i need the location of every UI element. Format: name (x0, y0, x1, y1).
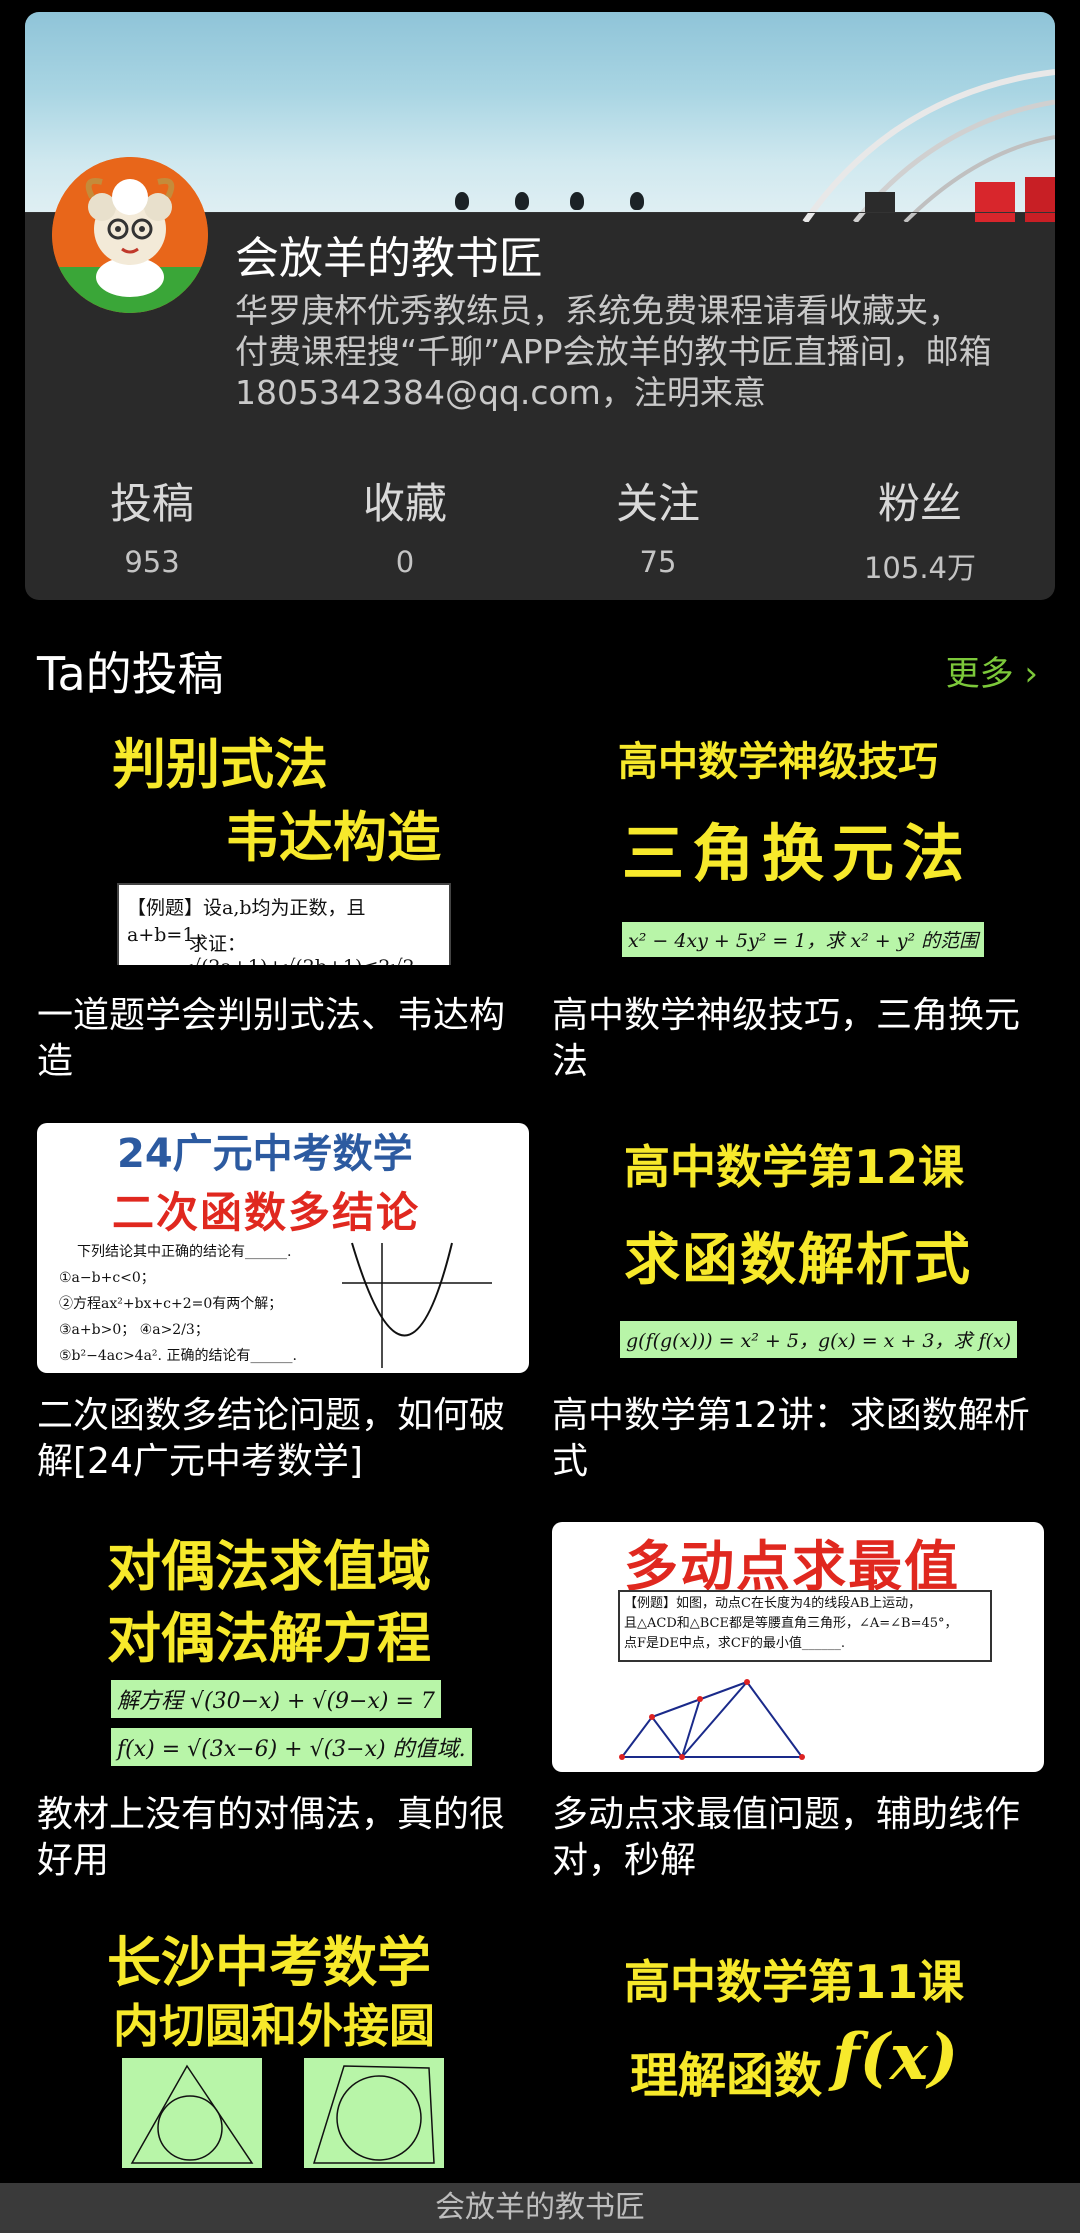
problem-text: 求证：√(2a+1)+√(2b+1)≤2√2. (189, 933, 421, 965)
video-title[interactable]: 高中数学神级技巧，三角换元法 (552, 993, 1052, 1085)
problem-box: 【例题】如图，动点C在长度为4的线段AB上运动， 且△ACD和△BCE都是等腰直… (618, 1590, 992, 1662)
parabola-graph-icon (342, 1242, 492, 1368)
video-thumbnail[interactable]: 高中数学神级技巧 三角换元法 x² − 4xy + 5y² = 1，求 x² +… (552, 715, 1044, 965)
video-title[interactable]: 二次函数多结论问题，如何破解[24广元中考数学] (37, 1393, 537, 1485)
video-thumbnail[interactable]: 高中数学第12课 求函数解析式 g(f(g(x))) = x² + 5，g(x)… (552, 1123, 1044, 1373)
bird-image (570, 192, 584, 210)
stat-favorites[interactable]: 收藏 0 (305, 470, 505, 579)
bird-image (630, 192, 644, 210)
profile-name: 会放羊的教书匠 (235, 233, 543, 284)
more-link[interactable]: 更多 › (946, 646, 1038, 695)
thumb-title: 判别式法 (112, 733, 328, 796)
thumb-subtitle: 韦达构造 (225, 806, 441, 869)
stat-following[interactable]: 关注 75 (558, 470, 758, 579)
video-thumbnail[interactable]: 对偶法求值域 对偶法解方程 解方程 √(30−x) + √(9−x) = 7 f… (37, 1522, 529, 1772)
problem-line: ②方程ax²+bx+c+2=0有两个解； (59, 1296, 283, 1312)
sheep-avatar-icon (52, 157, 208, 313)
video-thumbnail[interactable]: 24广元中考数学 二次函数多结论 下列结论其中正确的结论有______. ①a−… (37, 1123, 529, 1373)
stat-label: 粉丝 (877, 479, 962, 528)
circumcircle-diagram-icon (304, 2058, 444, 2168)
video-thumbnail[interactable]: 多动点求最值 【例题】如图，动点C在长度为4的线段AB上运动， 且△ACD和△B… (552, 1522, 1044, 1772)
thumb-subtitle: 二次函数多结论 (112, 1188, 421, 1237)
thumb-subtitle: 对偶法解方程 (107, 1607, 431, 1670)
stat-value: 953 (124, 545, 180, 579)
problem-box: f(x) = √(3x−6) + √(3−x) 的值域. (111, 1728, 472, 1766)
bird-image (455, 192, 469, 210)
problem-box: g(f(g(x))) = x² + 5，g(x) = x + 3，求 f(x) (620, 1321, 1018, 1358)
stat-value: 0 (395, 545, 415, 579)
user-avatar[interactable] (52, 157, 208, 313)
stat-followers[interactable]: 粉丝 105.4万 (820, 470, 1020, 587)
video-title[interactable]: 一道题学会判别式法、韦达构造 (37, 993, 537, 1085)
stat-value: 105.4万 (863, 551, 977, 585)
thumb-title: 24广元中考数学 (117, 1131, 413, 1177)
stat-value: 75 (639, 545, 677, 579)
thumb-title: 对偶法求值域 (107, 1535, 431, 1598)
thumb-subtitle: 理解函数 (630, 2048, 823, 2104)
thumb-subtitle: 求函数解析式 (624, 1228, 972, 1293)
video-title[interactable]: 多动点求最值问题，辅助线作对，秒解 (552, 1792, 1052, 1884)
video-title[interactable]: 高中数学第12讲：求函数解析式 (552, 1393, 1052, 1485)
problem-box: 解方程 √(30−x) + √(9−x) = 7 (111, 1680, 441, 1718)
problem-line: 点F是DE中点，求CF的最小值______. (624, 1636, 846, 1651)
bird-image (515, 192, 529, 210)
thumb-subtitle: 三角换元法 (622, 817, 973, 890)
triangle-diagram-icon (619, 1679, 805, 1760)
video-thumbnail[interactable]: 长沙中考数学 内切圆和外接圆 (37, 1918, 529, 2168)
thumb-subtitle: 内切圆和外接圆 (113, 1999, 435, 2053)
profile-bio: 华罗庚杯优秀教练员，系统免费课程请看收藏夹， 付费课程搜“千聊”APP会放羊的教… (235, 290, 1035, 413)
problem-box: x² − 4xy + 5y² = 1，求 x² + y² 的范围 (622, 922, 985, 957)
bio-line: 付费课程搜“千聊”APP会放羊的教书匠直播间，邮箱 (235, 332, 992, 371)
video-thumbnail[interactable]: 高中数学第11课 理解函数 f(x) (552, 1918, 1044, 2168)
stat-label: 投稿 (109, 479, 194, 528)
bio-line: 华罗庚杯优秀教练员，系统免费课程请看收藏夹， (235, 291, 961, 330)
boat-rail-image (802, 69, 1055, 222)
stat-label: 收藏 (362, 479, 447, 528)
problem-line: ③a+b>0； ④a>2/3； (59, 1322, 209, 1338)
video-title[interactable]: 教材上没有的对偶法，真的很好用 (37, 1792, 537, 1884)
stat-label: 关注 (615, 479, 700, 528)
problem-line: 且△ACD和△BCE都是等腰直角三角形，∠A=∠B=45°， (624, 1616, 958, 1631)
bottom-bar[interactable]: 会放羊的教书匠 (0, 2183, 1080, 2233)
incircle-diagram-icon (122, 2058, 262, 2168)
stat-posts[interactable]: 投稿 953 (52, 470, 252, 579)
thumb-title: 高中数学第11课 (624, 1955, 965, 2009)
thumb-title: 高中数学神级技巧 (618, 739, 938, 785)
problem-line: ①a−b+c<0； (59, 1270, 155, 1286)
section-title: Ta的投稿 (37, 647, 224, 701)
thumb-formula: f(x) (832, 2020, 959, 2095)
problem-line: 【例题】如图，动点C在长度为4的线段AB上运动， (624, 1596, 922, 1611)
problem-line: 下列结论其中正确的结论有______. (77, 1244, 292, 1260)
problem-box: 【例题】设a,b均为正数，且a+b=1， 求证：√(2a+1)+√(2b+1)≤… (117, 883, 451, 965)
video-thumbnail[interactable]: 判别式法 韦达构造 【例题】设a,b均为正数，且a+b=1， 求证：√(2a+1… (37, 715, 529, 965)
problem-line: ⑤b²−4ac>4a². 正确的结论有______. (59, 1348, 297, 1364)
bio-line: 1805342384@qq.com，注明来意 (235, 373, 766, 412)
problem-text-block: 下列结论其中正确的结论有______. ①a−b+c<0； ②方程ax²+bx+… (59, 1239, 297, 1369)
thumb-title: 高中数学第12课 (624, 1140, 965, 1194)
thumb-title: 长沙中考数学 (107, 1931, 431, 1994)
